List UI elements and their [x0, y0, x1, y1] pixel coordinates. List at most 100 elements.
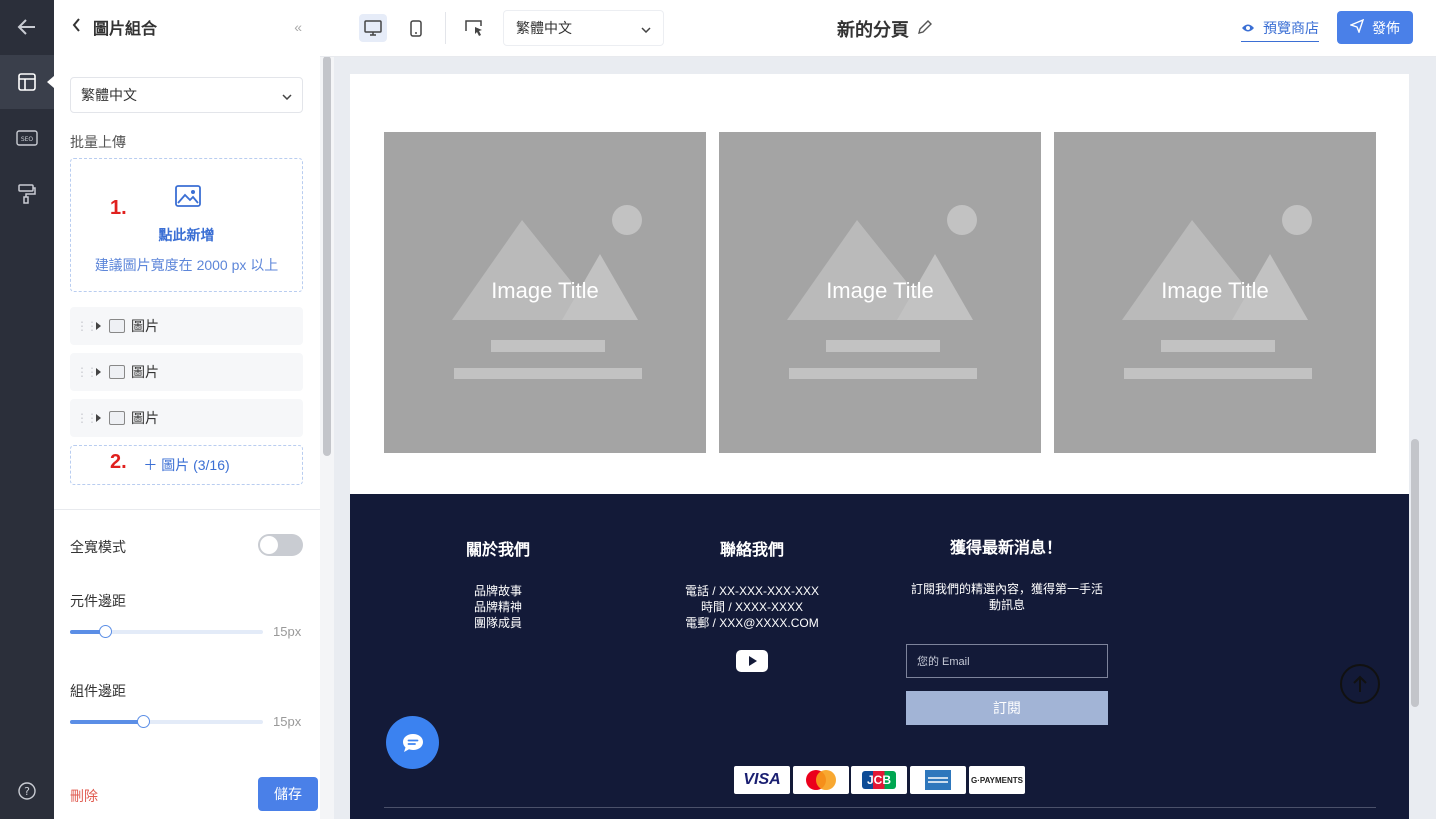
bulk-upload-label: 批量上傳: [70, 134, 126, 150]
amex-logo: [910, 766, 966, 794]
svg-text:?: ?: [24, 785, 30, 798]
jcb-label: JCB: [861, 771, 896, 789]
footer-link-team[interactable]: 團隊成員: [458, 615, 538, 631]
upload-dropzone[interactable]: 點此新增 建議圖片寬度在 2000 px 以上: [70, 158, 303, 292]
image-card-title: Image Title: [1161, 278, 1269, 303]
caret-right-icon[interactable]: [96, 414, 101, 422]
back-to-top-icon[interactable]: [1340, 664, 1380, 704]
news-description: 訂閱我們的精選內容，獲得第一手活 動訊息: [896, 581, 1118, 613]
news-desc-line-2: 動訊息: [988, 598, 1025, 612]
slider-knob[interactable]: [98, 625, 112, 638]
add-image-label: ＋ 圖片 (3/16): [143, 457, 230, 473]
mobile-view-icon[interactable]: [402, 14, 430, 42]
slider-fill: [70, 720, 144, 724]
upload-hint: 建議圖片寬度在 2000 px 以上: [94, 257, 279, 273]
slider-knob[interactable]: [137, 715, 151, 728]
step-marker-1: 1.: [110, 197, 127, 219]
editor-canvas: Image Title Image Title Image Title 關於我們…: [334, 57, 1436, 819]
footer-link-spirit[interactable]: 品牌精神: [458, 599, 538, 615]
divider: [54, 509, 320, 510]
contact-title: 聯絡我們: [720, 542, 785, 559]
save-button[interactable]: 儲存: [258, 777, 318, 811]
group-spacing-label: 組件邊距: [70, 683, 126, 699]
delete-button[interactable]: 刪除: [70, 786, 98, 806]
upload-title: 點此新增: [158, 227, 215, 243]
language-select[interactable]: 繁體中文: [70, 77, 303, 113]
panel-scrollbar[interactable]: [320, 54, 334, 819]
image-card[interactable]: Image Title: [384, 132, 706, 453]
seo-icon[interactable]: SEO: [0, 111, 54, 165]
drag-handle-icon[interactable]: ⋮⋮: [76, 319, 98, 333]
drag-handle-icon[interactable]: ⋮⋮: [76, 411, 98, 425]
list-item-label: 圖片: [131, 318, 159, 334]
image-card[interactable]: Image Title: [1054, 132, 1376, 453]
caret-right-icon[interactable]: [96, 322, 101, 330]
image-icon: [109, 365, 125, 379]
send-icon: [1349, 18, 1365, 36]
list-item[interactable]: ⋮⋮ 圖片: [70, 399, 303, 437]
canvas-scrollbar[interactable]: [1408, 57, 1422, 819]
list-item[interactable]: ⋮⋮ 圖片: [70, 307, 303, 345]
caret-right-icon[interactable]: [96, 368, 101, 376]
email-input[interactable]: 您的 Email: [906, 644, 1108, 678]
settings-panel: 圖片組合 « 繁體中文 批量上傳 點此新增 建議圖片寬度在 2000 px 以上…: [54, 0, 334, 819]
jcb-logo: JCB: [851, 766, 907, 794]
footer-link-story[interactable]: 品牌故事: [458, 583, 538, 599]
image-card-title: Image Title: [826, 278, 934, 303]
visa-logo: VISA: [734, 766, 790, 794]
youtube-icon[interactable]: [736, 650, 768, 677]
top-toolbar: 繁體中文 新的分頁 預覽商店 發佈: [320, 0, 1436, 57]
subscribe-button[interactable]: 訂閱: [906, 691, 1108, 725]
publish-button[interactable]: 發佈: [1337, 11, 1413, 44]
back-arrow-icon[interactable]: [0, 0, 54, 54]
chevron-down-icon: [641, 20, 651, 36]
select-cursor-icon[interactable]: [461, 14, 489, 42]
preview-store-label: 預覽商店: [1263, 20, 1319, 36]
panel-title: 圖片組合: [93, 21, 158, 38]
collapse-icon[interactable]: «: [294, 19, 302, 35]
drag-handle-icon[interactable]: ⋮⋮: [76, 365, 98, 379]
image-icon: [109, 411, 125, 425]
contact-lines: 電話 / XX-XXX-XXX-XXX 時間 / XXXX-XXXX 電郵 / …: [662, 583, 842, 631]
svg-text:SEO: SEO: [21, 136, 34, 143]
add-image-button[interactable]: ＋ 圖片 (3/16): [70, 445, 303, 485]
panel-footer: 刪除 儲存: [54, 768, 334, 819]
element-spacing-slider[interactable]: [70, 625, 263, 638]
image-card-title: Image Title: [491, 278, 599, 303]
scrollbar-thumb[interactable]: [323, 56, 331, 456]
eye-icon: [1241, 20, 1255, 36]
left-rail: SEO ?: [0, 0, 54, 819]
layout-icon[interactable]: [0, 55, 54, 109]
about-title: 關於我們: [466, 542, 531, 559]
toolbar-divider: [445, 12, 446, 44]
image-icon: [109, 319, 125, 333]
chat-icon[interactable]: [386, 716, 439, 769]
image-card[interactable]: Image Title: [719, 132, 1041, 453]
footer-divider: [384, 807, 1376, 808]
list-item-label: 圖片: [131, 364, 159, 380]
preview-store-link[interactable]: 預覽商店: [1241, 18, 1319, 42]
page-preview: Image Title Image Title Image Title 關於我們…: [350, 74, 1409, 819]
group-spacing-slider[interactable]: [70, 715, 263, 728]
toolbar-language-select[interactable]: 繁體中文: [503, 10, 664, 46]
publish-label: 發佈: [1372, 19, 1400, 36]
news-title: 獲得最新消息！: [950, 540, 1063, 557]
mastercard-logo: [793, 766, 849, 794]
fullwidth-toggle[interactable]: [258, 534, 303, 556]
scrollbar-thumb[interactable]: [1411, 439, 1419, 707]
toolbar-language-value: 繁體中文: [516, 20, 572, 36]
list-item[interactable]: ⋮⋮ 圖片: [70, 353, 303, 391]
element-spacing-value: 15px: [273, 624, 302, 639]
page-title-text: 新的分頁: [837, 20, 909, 40]
element-spacing-label: 元件邊距: [70, 593, 126, 609]
desktop-view-icon[interactable]: [359, 14, 387, 42]
chevron-left-icon[interactable]: [72, 17, 81, 37]
page-title[interactable]: 新的分頁: [837, 16, 933, 42]
step-marker-2: 2.: [110, 451, 127, 473]
site-footer: 關於我們 品牌故事 品牌精神 團隊成員 聯絡我們 電話 / XX-XXX-XXX…: [350, 494, 1409, 819]
chevron-down-icon: [282, 87, 292, 103]
list-item-label: 圖片: [131, 410, 159, 426]
paint-roller-icon[interactable]: [0, 167, 54, 221]
pencil-icon[interactable]: [917, 19, 933, 40]
help-icon[interactable]: ?: [0, 764, 54, 818]
